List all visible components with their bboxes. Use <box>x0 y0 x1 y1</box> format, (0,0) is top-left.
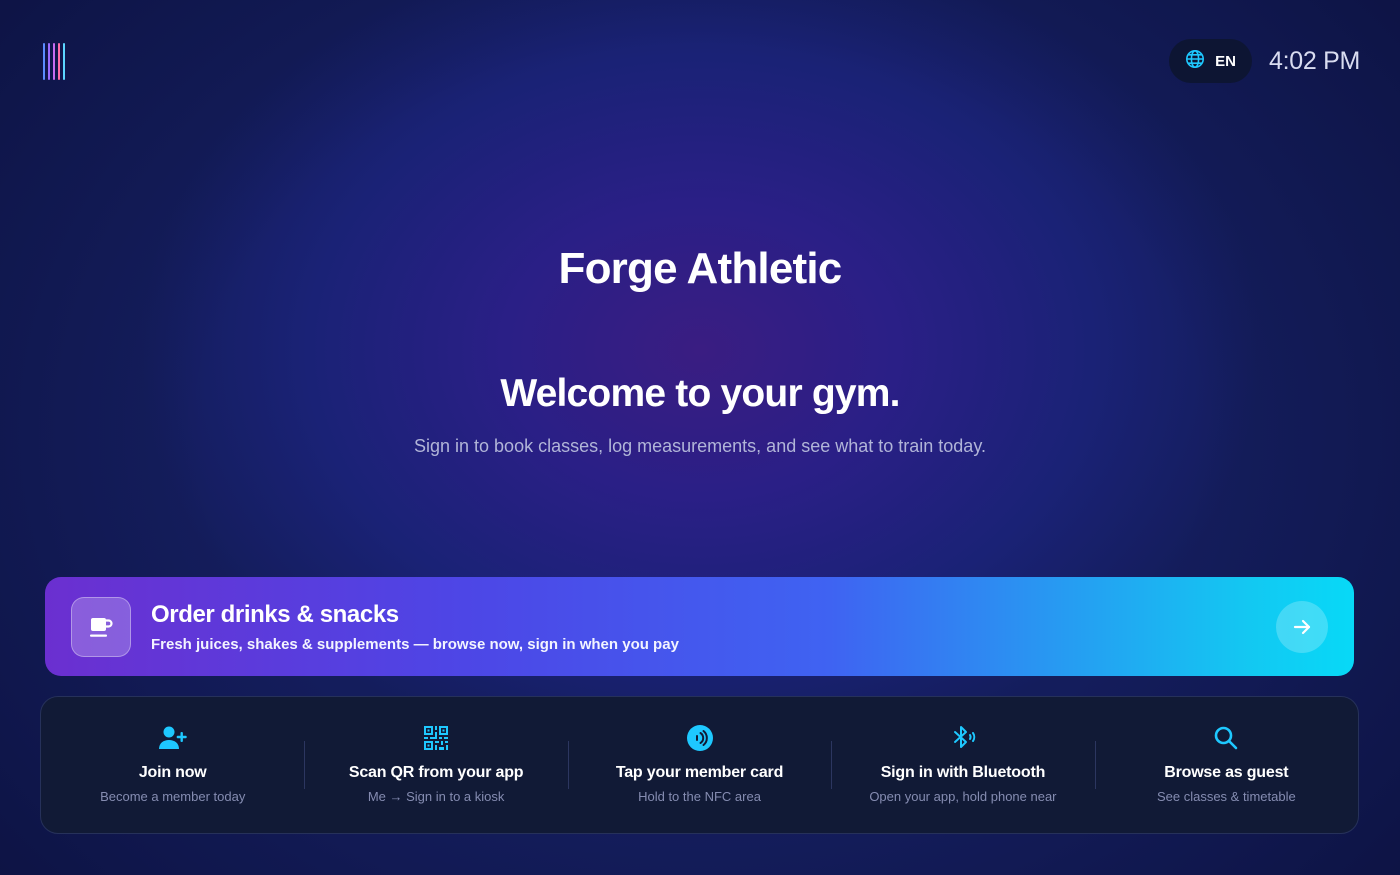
sign-in-options: Join now Become a member today Scan QR f… <box>40 696 1359 834</box>
bluetooth-icon <box>949 724 977 752</box>
logo <box>43 43 65 80</box>
top-right-bar: EN 4:02 PM <box>1169 39 1360 83</box>
clock: 4:02 PM <box>1268 46 1360 75</box>
nfc-icon <box>686 724 714 752</box>
arrow-right-icon[interactable] <box>1276 600 1328 653</box>
bluetooth-sign-in-option[interactable]: Sign in with Bluetooth Open your app, ho… <box>831 697 1094 833</box>
add-person-icon <box>158 724 188 752</box>
join-now-option[interactable]: Join now Become a member today <box>41 697 304 833</box>
welcome-subtitle: Sign in to book classes, log measurement… <box>414 436 986 456</box>
option-label: Tap your member card <box>615 764 784 781</box>
option-description: Become a member today <box>100 789 246 804</box>
qr-code-icon <box>423 724 449 752</box>
scan-qr-option[interactable]: Scan QR from your app Me → Sign in to a … <box>304 697 567 833</box>
order-subtitle: Fresh juices, shakes & supplements — bro… <box>151 636 679 653</box>
cup-icon <box>71 596 131 657</box>
option-description: Open your app, hold phone near <box>869 789 1057 804</box>
search-icon <box>1213 724 1239 752</box>
option-label: Scan QR from your app <box>348 764 524 781</box>
order-drinks-banner[interactable]: Order drinks & snacks Fresh juices, shak… <box>45 577 1354 676</box>
gym-name: Forge Athletic <box>558 244 843 293</box>
option-label: Sign in with Bluetooth <box>880 764 1046 781</box>
browse-as-guest-option[interactable]: Browse as guest See classes & timetable <box>1094 697 1358 833</box>
tap-member-card-option[interactable]: Tap your member card Hold to the NFC are… <box>567 697 831 833</box>
option-description: See classes & timetable <box>1156 789 1296 804</box>
option-description: Me → Sign in to a kiosk <box>367 789 505 804</box>
option-label: Browse as guest <box>1164 764 1289 781</box>
order-title: Order drinks & snacks <box>151 601 399 628</box>
welcome-heading: Welcome to your gym. <box>500 372 900 415</box>
language-selector[interactable]: EN <box>1169 39 1252 83</box>
option-label: Join now <box>138 764 207 781</box>
option-description: Hold to the NFC area <box>638 789 761 804</box>
language-label: EN <box>1215 52 1236 70</box>
globe-icon <box>1185 49 1205 74</box>
